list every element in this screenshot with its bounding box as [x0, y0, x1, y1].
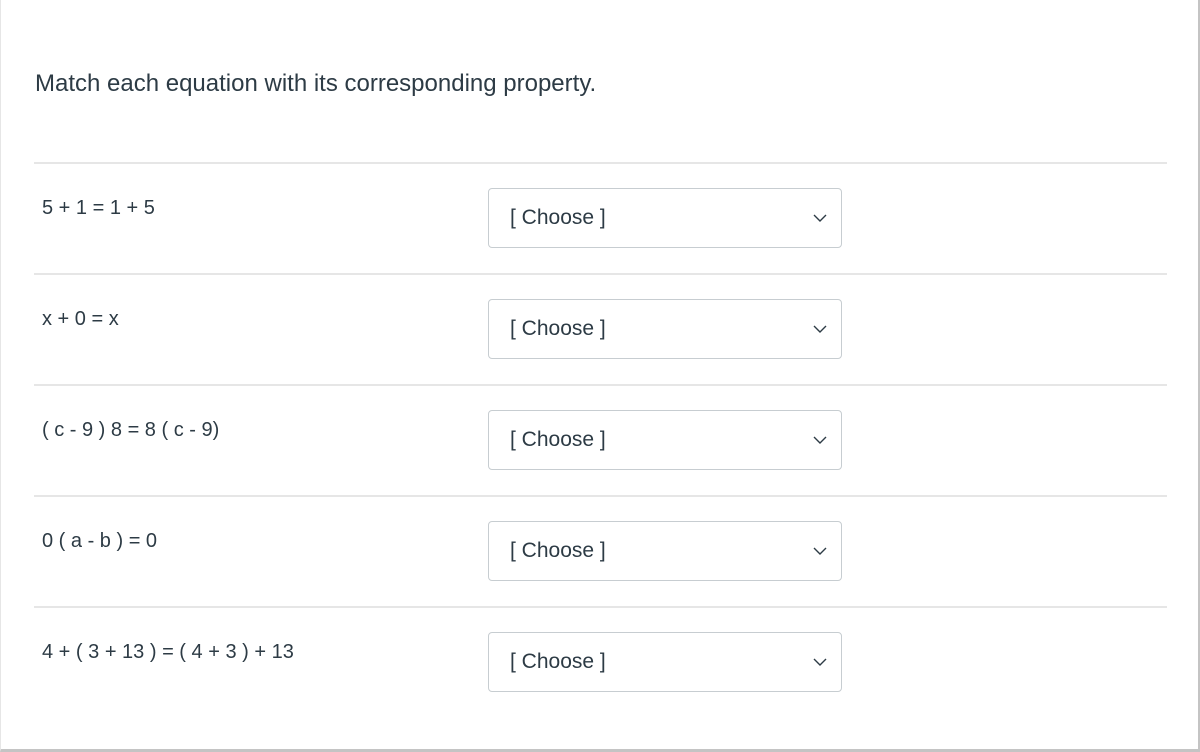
- equation-label: x + 0 = x: [42, 308, 119, 330]
- question-container: Match each equation with its correspondi…: [0, 0, 1200, 752]
- answer-row: x + 0 = x [ Choose ]: [34, 275, 1167, 384]
- chevron-down-icon: [813, 325, 827, 333]
- select-value: [ Choose ]: [510, 650, 606, 673]
- answer-row: 5 + 1 = 1 + 5 [ Choose ]: [34, 164, 1167, 273]
- answer-row: 0 ( a - b ) = 0 [ Choose ]: [34, 497, 1167, 606]
- chevron-down-icon: [813, 547, 827, 555]
- equation-label: 5 + 1 = 1 + 5: [42, 197, 155, 219]
- select-value: [ Choose ]: [510, 206, 606, 229]
- property-select[interactable]: [ Choose ]: [488, 632, 842, 692]
- chevron-down-icon: [813, 214, 827, 222]
- property-select[interactable]: [ Choose ]: [488, 410, 842, 470]
- chevron-down-icon: [813, 436, 827, 444]
- equation-label: 0 ( a - b ) = 0: [42, 530, 158, 552]
- equation-label: 4 + ( 3 + 13 ) = ( 4 + 3 ) + 13: [42, 641, 294, 663]
- answer-row: 4 + ( 3 + 13 ) = ( 4 + 3 ) + 13 [ Choose…: [34, 608, 1167, 717]
- select-value: [ Choose ]: [510, 428, 606, 451]
- select-value: [ Choose ]: [510, 317, 606, 340]
- answer-row: ( c - 9 ) 8 = 8 ( c - 9) [ Choose ]: [34, 386, 1167, 495]
- property-select[interactable]: [ Choose ]: [488, 521, 842, 581]
- question-prompt: Match each equation with its correspondi…: [35, 70, 597, 97]
- chevron-down-icon: [813, 658, 827, 666]
- select-value: [ Choose ]: [510, 539, 606, 562]
- property-select[interactable]: [ Choose ]: [488, 188, 842, 248]
- property-select[interactable]: [ Choose ]: [488, 299, 842, 359]
- equation-label: ( c - 9 ) 8 = 8 ( c - 9): [42, 419, 220, 441]
